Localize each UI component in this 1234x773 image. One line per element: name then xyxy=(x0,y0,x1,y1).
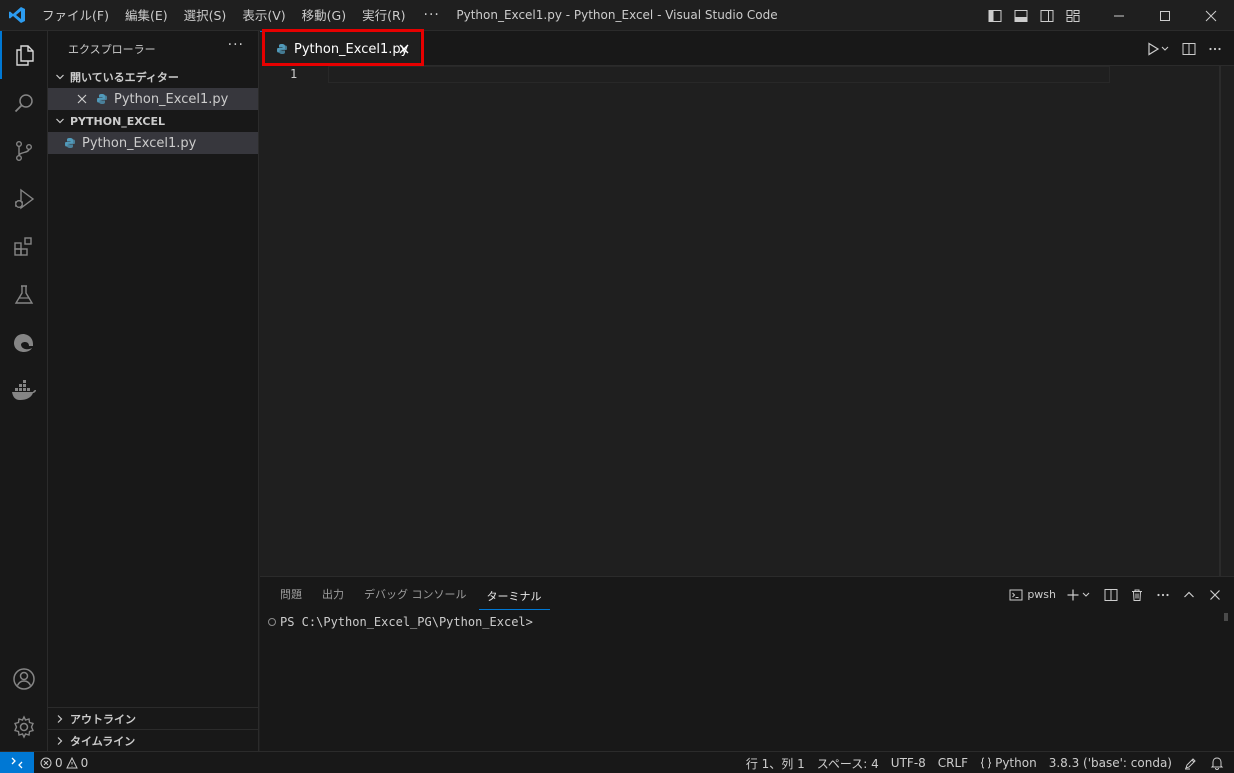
python-file-icon xyxy=(62,135,78,151)
open-editors-section[interactable]: 開いているエディター xyxy=(48,66,258,88)
new-terminal-icon[interactable] xyxy=(1064,584,1096,606)
terminal-shell-selector[interactable]: pwsh xyxy=(1005,584,1060,606)
workspace-file-item[interactable]: Python_Excel1.py xyxy=(48,132,258,154)
more-actions-icon[interactable] xyxy=(1204,38,1226,60)
extensions-icon[interactable] xyxy=(0,223,48,271)
workspace-section[interactable]: PYTHON_EXCEL xyxy=(48,110,258,132)
chevron-down-icon xyxy=(52,113,68,129)
explorer-more-button[interactable]: ··· xyxy=(228,37,244,53)
terminal-icon xyxy=(1009,589,1023,600)
status-right: 行 1、列 1 スペース: 4 UTF-8 CRLF Python 3.8.3 … xyxy=(740,752,1230,773)
code-editor[interactable]: 1 xyxy=(260,66,1234,576)
menu-file[interactable]: ファイル(F) xyxy=(34,0,117,31)
panel-actions: pwsh xyxy=(1005,577,1226,612)
search-icon[interactable] xyxy=(0,79,48,127)
python-interpreter[interactable]: 3.8.3 ('base': conda) xyxy=(1043,756,1178,770)
workspace-filename: Python_Excel1.py xyxy=(82,135,197,151)
open-editors-label: 開いているエディター xyxy=(70,71,179,84)
settings-gear-icon[interactable] xyxy=(0,703,48,751)
open-editor-filename: Python_Excel1.py xyxy=(114,91,229,107)
source-control-icon[interactable] xyxy=(0,127,48,175)
python-file-icon xyxy=(94,91,110,107)
terminal-status-dot xyxy=(268,618,276,626)
maximize-panel-icon[interactable] xyxy=(1178,584,1200,606)
close-window-icon[interactable] xyxy=(1188,0,1234,31)
timeline-label: タイムライン xyxy=(70,734,136,748)
trash-icon[interactable] xyxy=(1126,584,1148,606)
line-number: 1 xyxy=(290,67,298,81)
toggle-primary-sidebar-icon[interactable] xyxy=(982,0,1008,31)
language-mode[interactable]: Python xyxy=(974,756,1043,770)
end-of-line[interactable]: CRLF xyxy=(932,756,974,770)
menu-more-button[interactable]: ··· xyxy=(414,0,450,31)
chevron-right-icon xyxy=(52,711,68,727)
explorer-sidebar: エクスプローラー ··· 開いているエディター Python_Excel1.py… xyxy=(48,31,259,751)
explorer-title: エクスプローラー xyxy=(68,42,156,56)
open-editor-item[interactable]: Python_Excel1.py xyxy=(48,88,258,110)
cursor-position[interactable]: 行 1、列 1 xyxy=(740,755,811,772)
menu-selection[interactable]: 選択(S) xyxy=(176,0,235,31)
workspace-label: PYTHON_EXCEL xyxy=(70,114,165,128)
split-terminal-icon[interactable] xyxy=(1100,584,1122,606)
toggle-panel-icon[interactable] xyxy=(1008,0,1034,31)
chevron-right-icon xyxy=(52,733,68,749)
explorer-header: エクスプローラー ··· xyxy=(48,31,258,66)
customize-layout-icon[interactable] xyxy=(1060,0,1086,31)
split-editor-icon[interactable] xyxy=(1178,38,1200,60)
outline-section[interactable]: アウトライン xyxy=(48,707,259,729)
feedback-icon[interactable] xyxy=(1178,756,1204,770)
outline-label: アウトライン xyxy=(70,712,136,726)
testing-icon[interactable] xyxy=(0,271,48,319)
panel-more-icon[interactable] xyxy=(1152,584,1174,606)
warning-count: 0 xyxy=(80,755,89,770)
vscode-logo-icon[interactable] xyxy=(0,0,34,31)
error-count: 0 xyxy=(55,755,63,770)
editor-scrollbar[interactable] xyxy=(1220,66,1234,576)
panel-tabs: 問題 出力 デバッグ コンソール ターミナル xyxy=(272,577,554,612)
menu-edit[interactable]: 編集(E) xyxy=(117,0,176,31)
problems-indicator[interactable]: 0 0 xyxy=(34,756,94,770)
indentation[interactable]: スペース: 4 xyxy=(811,755,885,772)
error-icon xyxy=(40,757,52,768)
toggle-secondary-sidebar-icon[interactable] xyxy=(1034,0,1060,31)
terminal-line[interactable]: PS C:\Python_Excel_PG\Python_Excel> xyxy=(268,615,533,629)
accounts-icon[interactable] xyxy=(0,655,48,703)
editor-actions xyxy=(1144,31,1226,66)
menu-view[interactable]: 表示(V) xyxy=(234,0,293,31)
warning-icon xyxy=(65,756,78,768)
braces-icon xyxy=(981,757,992,769)
notifications-bell-icon[interactable] xyxy=(1204,756,1230,770)
file-encoding[interactable]: UTF-8 xyxy=(885,756,932,770)
menu-bar: ファイル(F) 編集(E) 選択(S) 表示(V) 移動(G) 実行(R) ··… xyxy=(34,0,450,31)
status-bar: 0 0 行 1、列 1 スペース: 4 UTF-8 CRLF Python 3.… xyxy=(0,751,1234,773)
title-actions xyxy=(982,0,1234,31)
run-python-file-icon[interactable] xyxy=(1144,38,1174,60)
tab-problems[interactable]: 問題 xyxy=(272,577,310,612)
tab-output[interactable]: 出力 xyxy=(314,577,352,612)
menu-run[interactable]: 実行(R) xyxy=(354,0,413,31)
terminal-prompt: PS C:\Python_Excel_PG\Python_Excel> xyxy=(280,615,533,629)
title-bar: ファイル(F) 編集(E) 選択(S) 表示(V) 移動(G) 実行(R) ··… xyxy=(0,0,1234,31)
tab-terminal[interactable]: ターミナル xyxy=(478,580,550,610)
edge-browser-icon[interactable] xyxy=(0,319,48,367)
tab-highlight-annotation xyxy=(262,29,424,66)
maximize-icon[interactable] xyxy=(1142,0,1188,31)
timeline-section[interactable]: タイムライン xyxy=(48,729,259,751)
minimize-icon[interactable] xyxy=(1096,0,1142,31)
tab-debug-console[interactable]: デバッグ コンソール xyxy=(356,577,475,612)
language-label: Python xyxy=(995,756,1037,770)
terminal-scrollbar[interactable] xyxy=(1224,613,1228,621)
remote-indicator-icon[interactable] xyxy=(0,751,34,773)
shell-name: pwsh xyxy=(1027,588,1056,601)
activity-bar xyxy=(0,31,48,751)
chevron-down-icon xyxy=(52,69,68,85)
current-line-highlight xyxy=(328,66,1110,83)
docker-icon[interactable] xyxy=(0,367,48,415)
menu-go[interactable]: 移動(G) xyxy=(294,0,354,31)
explorer-icon[interactable] xyxy=(0,31,48,79)
close-panel-icon[interactable] xyxy=(1204,584,1226,606)
bottom-panel: 問題 出力 デバッグ コンソール ターミナル pwsh PS C:\Python… xyxy=(260,576,1234,751)
run-debug-icon[interactable] xyxy=(0,175,48,223)
close-editor-icon[interactable] xyxy=(74,91,90,107)
